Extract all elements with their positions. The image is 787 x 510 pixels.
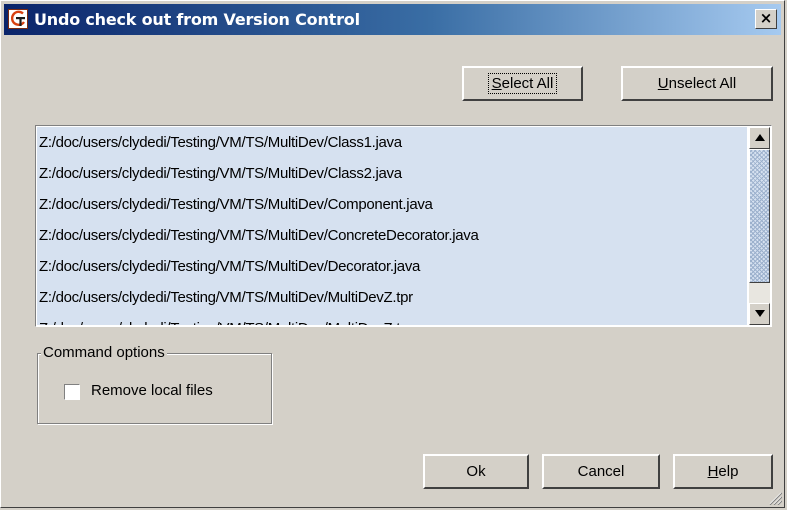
list-item[interactable]: Z:/doc/users/clydedi/Testing/VM/TS/Multi…	[37, 282, 747, 313]
list-item[interactable]: Z:/doc/users/clydedi/Testing/VM/TS/Multi…	[37, 220, 747, 251]
arrow-up-icon	[754, 134, 765, 141]
close-button[interactable]: ×	[755, 9, 777, 29]
remove-local-files-label[interactable]: Remove local files	[91, 382, 213, 399]
version-control-app-icon	[8, 9, 28, 29]
remove-local-files-checkbox[interactable]	[64, 384, 80, 400]
command-options-group: Command options Remove local files	[37, 344, 272, 424]
scroll-up-button[interactable]	[749, 127, 770, 149]
resize-grip-icon[interactable]	[768, 491, 782, 505]
arrow-down-icon	[754, 310, 765, 317]
cancel-button[interactable]: Cancel	[542, 454, 660, 489]
command-options-legend: Command options	[41, 344, 167, 361]
list-item[interactable]: Z:/doc/users/clydedi/Testing/VM/TS/Multi…	[37, 251, 747, 282]
list-item[interactable]: Z:/doc/users/clydedi/Testing/VM/TS/Multi…	[37, 313, 747, 325]
file-list[interactable]: Z:/doc/users/clydedi/Testing/VM/TS/Multi…	[35, 125, 772, 327]
scroll-thumb[interactable]	[749, 149, 770, 283]
ok-button[interactable]: Ok	[423, 454, 529, 489]
list-item[interactable]: Z:/doc/users/clydedi/Testing/VM/TS/Multi…	[37, 189, 747, 220]
help-button[interactable]: Help	[673, 454, 773, 489]
scroll-down-button[interactable]	[749, 303, 770, 325]
dialog-title: Undo check out from Version Control	[34, 10, 360, 29]
select-all-button[interactable]: Select All	[462, 66, 583, 101]
close-icon: ×	[759, 9, 773, 27]
vertical-scrollbar[interactable]	[749, 127, 770, 325]
list-item[interactable]: Z:/doc/users/clydedi/Testing/VM/TS/Multi…	[37, 127, 747, 158]
list-item[interactable]: Z:/doc/users/clydedi/Testing/VM/TS/Multi…	[37, 158, 747, 189]
file-list-items: Z:/doc/users/clydedi/Testing/VM/TS/Multi…	[37, 127, 747, 325]
undo-checkout-dialog: Undo check out from Version Control × Se…	[0, 0, 785, 508]
title-bar[interactable]: Undo check out from Version Control ×	[4, 4, 781, 35]
unselect-all-button[interactable]: Unselect All	[621, 66, 773, 101]
